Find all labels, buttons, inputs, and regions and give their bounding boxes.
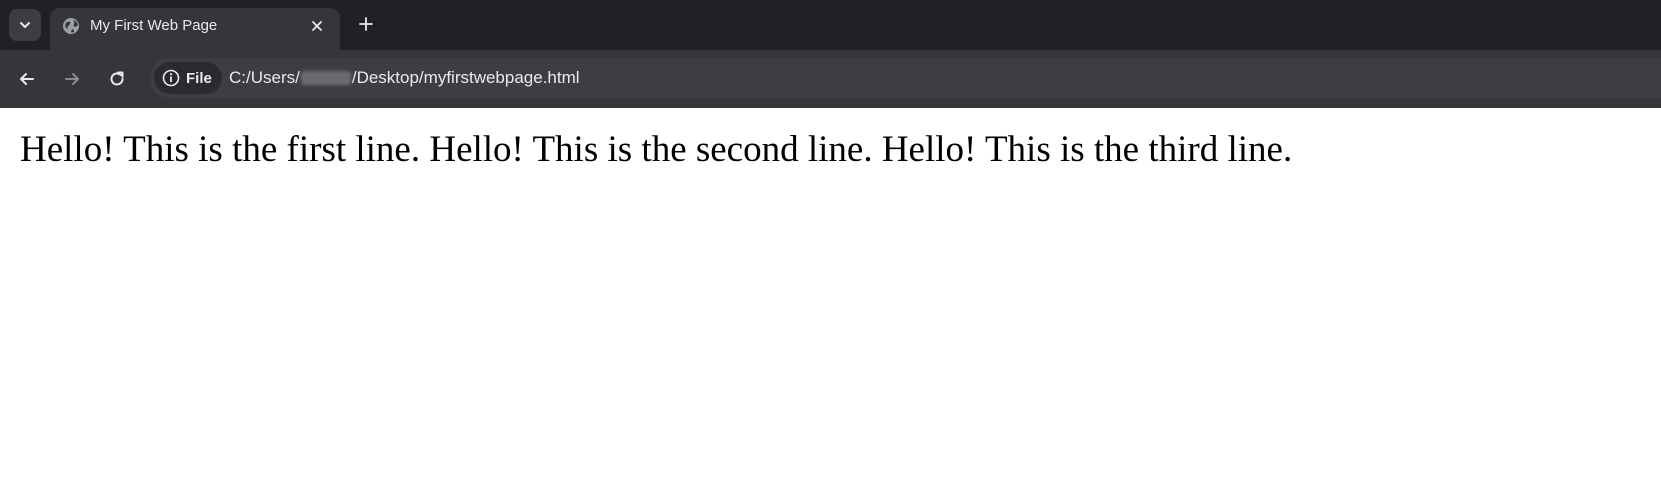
url-suffix: /Desktop/myfirstwebpage.html [351, 68, 580, 87]
chevron-down-icon [20, 22, 30, 28]
back-button[interactable] [12, 64, 42, 94]
new-tab-button[interactable] [352, 10, 380, 38]
tab-strip: My First Web Page [0, 0, 1661, 50]
tab-close-button[interactable] [306, 15, 328, 37]
info-icon [162, 69, 180, 87]
tab-title: My First Web Page [90, 17, 218, 34]
plus-icon [359, 17, 373, 31]
page-body-text: Hello! This is the first line. Hello! Th… [20, 129, 1293, 170]
url-prefix: C:/Users/ [229, 68, 300, 87]
close-icon [312, 21, 322, 31]
site-info-button[interactable]: File [154, 62, 222, 94]
globe-icon [63, 18, 79, 34]
reload-button[interactable] [102, 64, 132, 94]
arrow-right-icon [65, 73, 79, 85]
reload-icon [110, 71, 124, 86]
url-text[interactable]: C:/Users/ /Desktop/myfirstwebpage.html [229, 68, 580, 88]
forward-button[interactable] [57, 64, 87, 94]
arrow-left-icon [20, 73, 34, 85]
address-bar[interactable]: File C:/Users/ /Desktop/myfirstwebpage.h… [150, 58, 1661, 98]
site-info-label: File [186, 69, 212, 87]
tab-search-button[interactable] [9, 9, 41, 41]
redacted-username [300, 71, 351, 85]
page-content: Hello! This is the first line. Hello! Th… [0, 108, 1661, 502]
browser-window: My First Web Page File C:/Users/ /Deskto… [0, 0, 1661, 502]
tab-active[interactable]: My First Web Page [50, 8, 340, 50]
toolbar: File C:/Users/ /Desktop/myfirstwebpage.h… [0, 50, 1661, 108]
